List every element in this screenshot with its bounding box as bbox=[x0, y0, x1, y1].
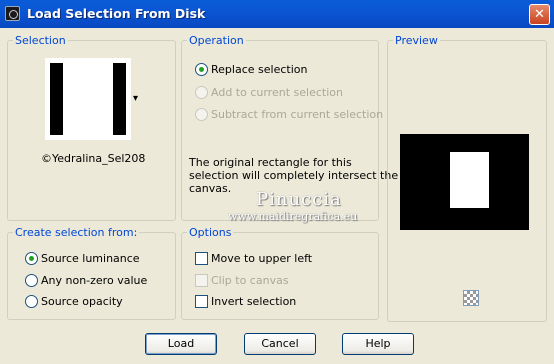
invert-selection-checkbox[interactable] bbox=[195, 295, 208, 308]
operation-description-line-1: The original rectangle for this bbox=[189, 156, 352, 169]
watermark-url: www.maidiregrafica.eu bbox=[228, 210, 358, 223]
invert-selection-label[interactable]: Invert selection bbox=[211, 295, 296, 308]
selection-group-label: Selection bbox=[13, 34, 68, 47]
operation-group-label: Operation bbox=[187, 34, 246, 47]
move-upper-left-label[interactable]: Move to upper left bbox=[211, 252, 312, 265]
selection-dropdown-arrow-icon[interactable]: ▾ bbox=[133, 93, 138, 104]
cancel-button[interactable]: Cancel bbox=[244, 333, 316, 355]
source-opacity-label[interactable]: Source opacity bbox=[41, 295, 123, 308]
thumbnail-left-bar bbox=[50, 63, 63, 135]
load-button[interactable]: Load bbox=[145, 333, 217, 355]
help-button[interactable]: Help bbox=[342, 333, 414, 355]
any-non-zero-label[interactable]: Any non-zero value bbox=[41, 274, 147, 287]
app-icon bbox=[5, 6, 20, 21]
subtract-selection-radio[interactable] bbox=[195, 108, 208, 121]
selection-file-name: ©Yedralina_Sel208 bbox=[41, 152, 146, 165]
any-non-zero-radio[interactable] bbox=[25, 274, 38, 287]
add-to-selection-label[interactable]: Add to current selection bbox=[211, 86, 343, 99]
clip-to-canvas-label[interactable]: Clip to canvas bbox=[211, 274, 289, 287]
move-upper-left-checkbox[interactable] bbox=[195, 252, 208, 265]
add-to-selection-radio[interactable] bbox=[195, 86, 208, 99]
replace-selection-radio[interactable] bbox=[195, 63, 208, 76]
source-luminance-label[interactable]: Source luminance bbox=[41, 252, 140, 265]
close-button[interactable]: ✕ bbox=[529, 4, 550, 25]
watermark-name: Pinuccia bbox=[256, 189, 342, 210]
preview-selection-area bbox=[450, 152, 489, 208]
selection-thumbnail[interactable] bbox=[45, 58, 131, 140]
operation-description-line-3: canvas. bbox=[189, 182, 232, 195]
thumbnail-right-bar bbox=[113, 63, 126, 135]
title-bar: Load Selection From Disk ✕ bbox=[0, 0, 554, 28]
operation-description-line-2: selection will completely intersect the bbox=[189, 169, 399, 182]
preview-group-label: Preview bbox=[393, 34, 440, 47]
source-opacity-radio[interactable] bbox=[25, 295, 38, 308]
close-icon: ✕ bbox=[534, 7, 545, 22]
replace-selection-label[interactable]: Replace selection bbox=[211, 63, 307, 76]
window-title: Load Selection From Disk bbox=[27, 6, 206, 21]
transparency-checker-icon[interactable] bbox=[463, 290, 479, 306]
create-selection-group-label: Create selection from: bbox=[13, 226, 140, 239]
source-luminance-radio[interactable] bbox=[25, 252, 38, 265]
subtract-selection-label[interactable]: Subtract from current selection bbox=[211, 108, 383, 121]
options-group-label: Options bbox=[187, 226, 234, 239]
clip-to-canvas-checkbox[interactable] bbox=[195, 274, 208, 287]
